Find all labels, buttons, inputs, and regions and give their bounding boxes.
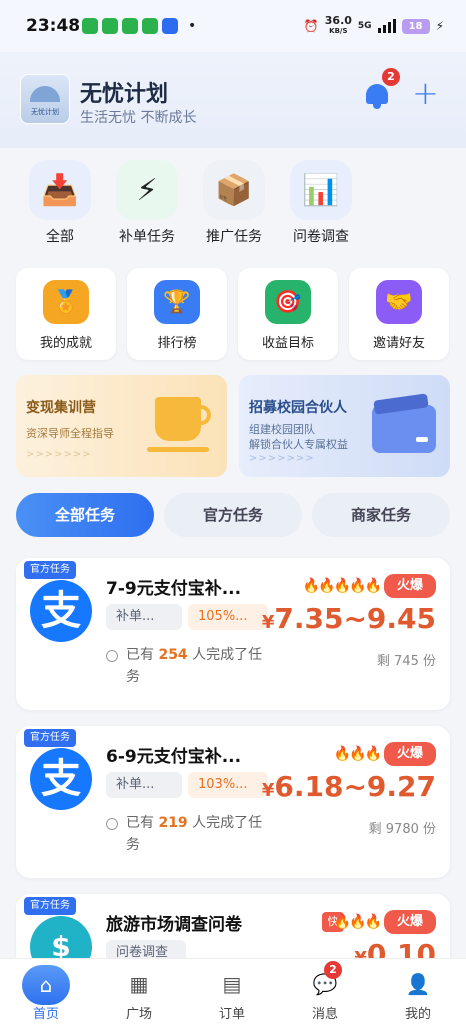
feature-row: 🏅 我的成就 🏆 排行榜 🎯 收益目标 🤝 邀请好友 <box>0 268 466 360</box>
wechat-icon <box>82 18 98 34</box>
task-card[interactable]: 官方任务 $ 旅游市场调查问卷 问卷调查 快 🔥🔥🔥 火爆 ¥0.10 <box>16 894 450 958</box>
status-time: 23:48 <box>26 16 81 36</box>
notification-bell-icon[interactable]: 2 <box>362 68 400 110</box>
category-row: 📥 全部 ⚡ 补单任务 📦 推广任务 📊 问卷调查 <box>0 160 466 250</box>
nav-home[interactable]: ⌂ 首页 <box>6 959 86 1022</box>
alarm-icon: ⏰ <box>303 19 319 33</box>
status-bar: 23:48 • ⏰ 36.0 KB/S 5G 18 ⚡ <box>0 0 466 52</box>
battery-icon: 18 <box>401 18 430 34</box>
category-all[interactable]: 📥 全部 <box>20 160 100 246</box>
category-survey[interactable]: 📊 问卷调查 <box>281 160 361 246</box>
app-subtitle: 生活无忧 不断成长 <box>80 110 197 126</box>
app-logo: 无忧计划 <box>20 74 70 124</box>
nav-messages[interactable]: 💬 2 消息 <box>285 959 365 1022</box>
alipay-icon: 支 <box>30 580 92 642</box>
alipay-icon: 支 <box>30 748 92 810</box>
official-tag: 官方任务 <box>24 561 76 579</box>
wechat-icon <box>142 18 158 34</box>
feature-invite[interactable]: 🤝 邀请好友 <box>349 268 449 360</box>
category-promotion[interactable]: 📦 推广任务 <box>194 160 274 246</box>
lightning-icon: ⚡ <box>116 160 178 220</box>
app-header: 无忧计划 无忧计划 生活无忧 不断成长 2 + <box>0 52 466 148</box>
bottom-nav: ⌂ 首页 ▦ 广场 ▤ 订单 💬 2 消息 👤 我的 <box>0 958 466 1024</box>
task-title: 旅游市场调查问卷 <box>106 915 242 935</box>
target-icon: 🎯 <box>265 280 311 324</box>
task-price: ¥7.35~9.45 <box>261 602 436 635</box>
notification-icons <box>82 18 178 34</box>
box-icon: 📦 <box>203 160 265 220</box>
task-rate-chip: 105%... <box>188 604 268 630</box>
home-icon: ⌂ <box>22 965 70 1005</box>
medal-icon: 🏅 <box>43 280 89 324</box>
task-price: ¥6.18~9.27 <box>261 770 436 803</box>
campus-partner-banner[interactable]: 招募校园合伙人 组建校园团队 解锁合伙人专属权益 >>>>>>> <box>239 375 450 477</box>
fire-icon: 🔥🔥🔥🔥🔥 <box>302 578 382 594</box>
task-remaining: 剩 9780 份 <box>368 822 436 837</box>
handshake-icon: 🤝 <box>376 280 422 324</box>
wechat-icon <box>122 18 138 34</box>
signal-icon <box>377 19 396 33</box>
official-tag: 官方任务 <box>24 897 76 915</box>
hot-badge: 火爆 <box>384 742 436 766</box>
grid-icon: ▦ <box>129 972 149 996</box>
user-icon: 👤 <box>405 972 431 996</box>
task-title: 7-9元支付宝补... <box>106 579 242 599</box>
task-card[interactable]: 官方任务 支 7-9元支付宝补... 补单... 105%... 已有 254 … <box>16 558 450 710</box>
tab-merchant-tasks[interactable]: 商家任务 <box>312 493 450 537</box>
fire-icon: 🔥🔥🔥 <box>333 746 382 762</box>
tab-official-tasks[interactable]: 官方任务 <box>164 493 302 537</box>
money-bag-icon: $ <box>30 916 92 958</box>
task-title: 6-9元支付宝补... <box>106 747 242 767</box>
net-speed: 36.0 KB/S <box>324 14 352 35</box>
task-rate-chip: 103%... <box>188 772 268 798</box>
wechat-icon <box>102 18 118 34</box>
more-notifications-dot: • <box>188 18 197 34</box>
message-badge: 2 <box>324 961 342 979</box>
category-supplement[interactable]: ⚡ 补单任务 <box>107 160 187 246</box>
inbox-icon: 📥 <box>29 160 91 220</box>
status-right: ⏰ 36.0 KB/S 5G 18 ⚡ <box>303 14 444 36</box>
trophy-icon: 🏆 <box>154 280 200 324</box>
completion-text: 已有 254 人完成了任务 <box>126 647 263 685</box>
tab-all-tasks[interactable]: 全部任务 <box>16 493 154 537</box>
task-type-chip: 补单... <box>106 772 182 798</box>
hot-badge: 火爆 <box>384 574 436 598</box>
nav-orders[interactable]: ▤ 订单 <box>192 959 272 1022</box>
task-type-chip: 问卷调查 <box>106 940 186 958</box>
add-icon[interactable]: + <box>412 77 439 109</box>
training-camp-banner[interactable]: 变现集训营 资深导师全程指导 >>>>>>> <box>16 375 227 477</box>
order-icon: ▤ <box>222 972 242 996</box>
network-label: 5G <box>357 21 372 31</box>
task-card[interactable]: 官方任务 支 6-9元支付宝补... 补单... 103%... 已有 219 … <box>16 726 450 878</box>
feature-achievements[interactable]: 🏅 我的成就 <box>16 268 116 360</box>
fire-icon: 🔥🔥🔥 <box>333 914 382 930</box>
message-app-icon <box>162 18 178 34</box>
feature-leaderboard[interactable]: 🏆 排行榜 <box>127 268 227 360</box>
task-price: ¥0.10 <box>354 938 436 958</box>
task-type-chip: 补单... <box>106 604 182 630</box>
official-tag: 官方任务 <box>24 729 76 747</box>
message-icon: 💬 2 <box>310 961 342 999</box>
chart-icon: 📊 <box>290 160 352 220</box>
hot-badge: 火爆 <box>384 910 436 934</box>
nav-square[interactable]: ▦ 广场 <box>99 959 179 1022</box>
charging-icon: ⚡ <box>435 19 444 33</box>
cup-icon <box>155 397 201 441</box>
nav-profile[interactable]: 👤 我的 <box>378 959 458 1022</box>
feature-income-goal[interactable]: 🎯 收益目标 <box>238 268 338 360</box>
notification-badge: 2 <box>382 68 400 86</box>
app-title: 无忧计划 <box>80 82 169 107</box>
completion-text: 已有 219 人完成了任务 <box>126 815 263 853</box>
task-remaining: 剩 745 份 <box>376 654 436 669</box>
